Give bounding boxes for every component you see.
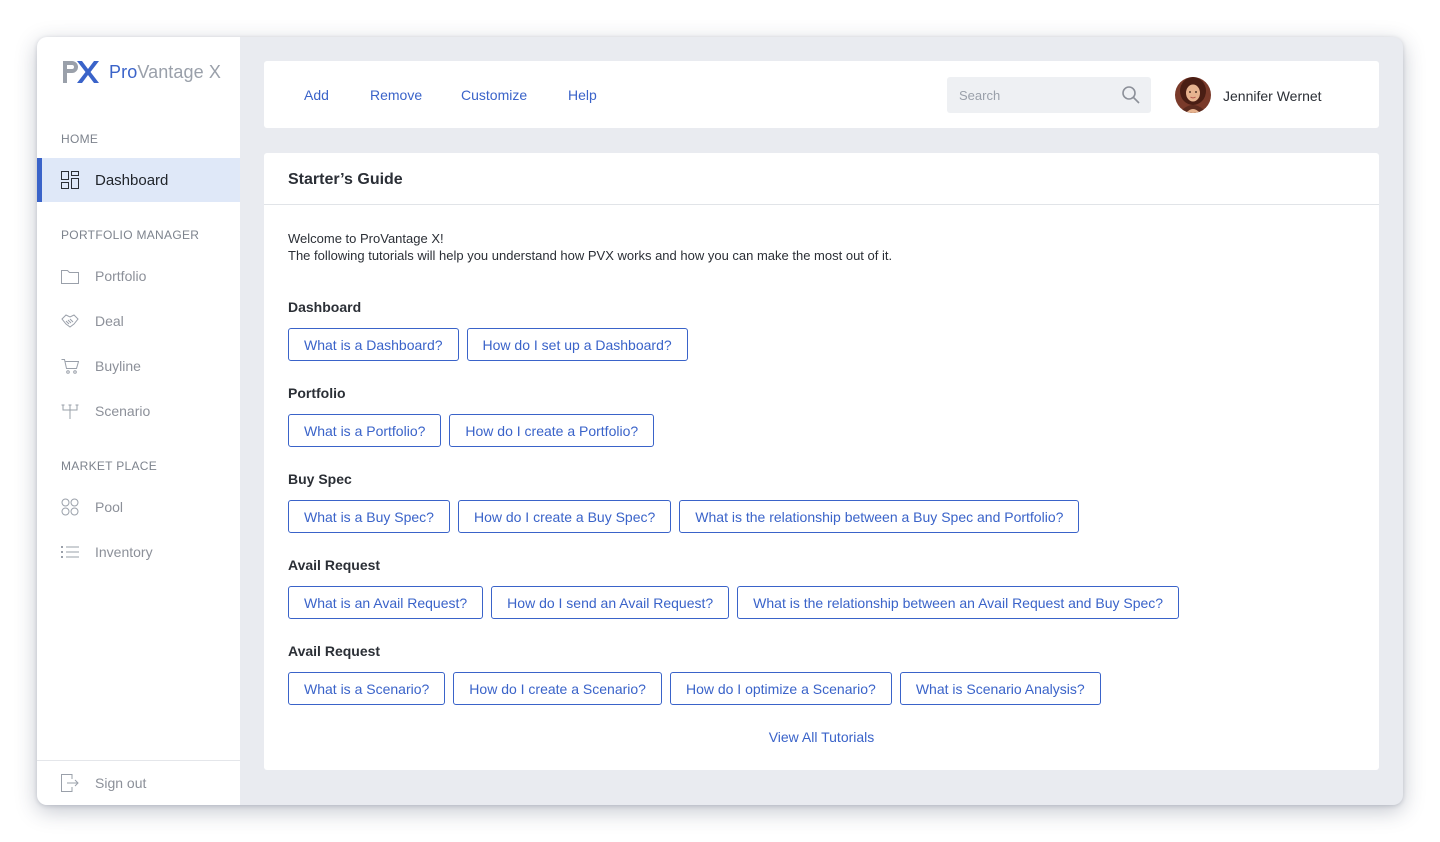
group-title-buy-spec: Buy Spec — [288, 471, 352, 487]
tutorial-button[interactable]: What is a Portfolio? — [288, 414, 442, 447]
tutorial-row-scenario: What is a Scenario? How do I create a Sc… — [288, 672, 1101, 705]
tutorial-button[interactable]: What is the relationship between an Avai… — [737, 586, 1180, 619]
section-label-portfolio-manager: PORTFOLIO MANAGER — [61, 228, 200, 242]
tutorial-button[interactable]: How do I send an Avail Request? — [491, 586, 730, 619]
brand-name: ProVantage X — [109, 61, 221, 82]
sidebar-item-dashboard[interactable]: Dashboard — [37, 158, 240, 202]
tutorial-button[interactable]: What is a Scenario? — [288, 672, 446, 705]
tutorial-button[interactable]: What is Scenario Analysis? — [899, 672, 1101, 705]
sidebar-item-label: Pool — [95, 499, 124, 515]
group-title-portfolio: Portfolio — [288, 385, 346, 401]
folder-icon — [61, 267, 79, 285]
intro-text: Welcome to ProVantage X! The following t… — [288, 230, 892, 264]
tutorial-button[interactable]: What is a Buy Spec? — [288, 500, 450, 533]
sign-out-label: Sign out — [95, 775, 147, 791]
sidebar-item-label: Dashboard — [95, 171, 169, 189]
add-link[interactable]: Add — [304, 87, 329, 103]
sidebar-item-label: Deal — [95, 313, 124, 329]
remove-link[interactable]: Remove — [370, 87, 422, 103]
avatar[interactable] — [1175, 77, 1211, 113]
starters-guide-card: Starter’s Guide Welcome to ProVantage X!… — [264, 153, 1379, 770]
sidebar-item-pool[interactable]: Pool — [37, 485, 240, 529]
tutorial-row-buy-spec: What is a Buy Spec? How do I create a Bu… — [288, 500, 1080, 533]
divider — [264, 204, 1379, 205]
sidebar-item-label: Scenario — [95, 403, 151, 419]
group-title-scenario: Avail Request — [288, 643, 381, 659]
sidebar-item-deal[interactable]: Deal — [37, 299, 240, 343]
sidebar-footer: Sign out — [37, 760, 240, 805]
sidebar-item-label: Inventory — [95, 544, 153, 560]
card-title: Starter’s Guide — [288, 171, 403, 188]
tutorial-button[interactable]: What is a Dashboard? — [288, 328, 459, 361]
sign-out-icon — [61, 774, 79, 792]
top-bar: Add Remove Customize Help Jennifer Werne… — [264, 61, 1379, 128]
search-icon[interactable] — [1121, 85, 1141, 105]
search-input[interactable] — [947, 77, 1117, 113]
sidebar-item-scenario[interactable]: Scenario — [37, 389, 240, 433]
help-link[interactable]: Help — [568, 87, 597, 103]
sidebar-item-inventory[interactable]: Inventory — [37, 530, 240, 574]
tutorial-button[interactable]: How do I create a Scenario? — [453, 672, 662, 705]
tutorial-button[interactable]: What is an Avail Request? — [288, 586, 484, 619]
tutorial-button[interactable]: How do I optimize a Scenario? — [669, 672, 892, 705]
user-name[interactable]: Jennifer Wernet — [1223, 88, 1322, 104]
brand-logo[interactable]: ProVantage X — [61, 59, 221, 85]
customize-link[interactable]: Customize — [461, 87, 527, 103]
sidebar-item-label: Portfolio — [95, 268, 147, 284]
tutorial-button[interactable]: How do I create a Buy Spec? — [457, 500, 672, 533]
section-label-market-place: MARKET PLACE — [61, 459, 158, 473]
sidebar: ProVantage X HOME Dashboard PORTFOLIO MA… — [37, 37, 240, 805]
view-all-tutorials-link[interactable]: View All Tutorials — [264, 729, 1379, 745]
cart-icon — [61, 357, 79, 375]
intro-line-1: Welcome to ProVantage X! — [288, 231, 444, 246]
list-icon — [61, 543, 79, 561]
pvx-logo-icon — [63, 61, 99, 83]
search-box — [947, 77, 1151, 113]
tutorial-row-avail-request: What is an Avail Request? How do I send … — [288, 586, 1180, 619]
dashboard-icon — [61, 171, 79, 189]
section-label-home: HOME — [61, 132, 99, 146]
app-window: ProVantage X HOME Dashboard PORTFOLIO MA… — [37, 37, 1403, 805]
sidebar-item-buyline[interactable]: Buyline — [37, 344, 240, 388]
tutorial-button[interactable]: How do I set up a Dashboard? — [466, 328, 688, 361]
intro-line-2: The following tutorials will help you un… — [288, 248, 893, 263]
tutorial-button[interactable]: How do I create a Portfolio? — [449, 414, 655, 447]
tutorial-row-dashboard: What is a Dashboard? How do I set up a D… — [288, 328, 688, 361]
sign-out-button[interactable]: Sign out — [37, 761, 240, 805]
sidebar-item-label: Buyline — [95, 358, 141, 374]
sidebar-item-portfolio[interactable]: Portfolio — [37, 254, 240, 298]
handshake-icon — [61, 312, 79, 330]
tutorial-row-portfolio: What is a Portfolio? How do I create a P… — [288, 414, 655, 447]
pool-icon — [61, 498, 79, 516]
group-title-avail-request: Avail Request — [288, 557, 381, 573]
tutorial-button[interactable]: What is the relationship between a Buy S… — [679, 500, 1080, 533]
group-title-dashboard: Dashboard — [288, 299, 362, 315]
branch-icon — [61, 402, 79, 420]
